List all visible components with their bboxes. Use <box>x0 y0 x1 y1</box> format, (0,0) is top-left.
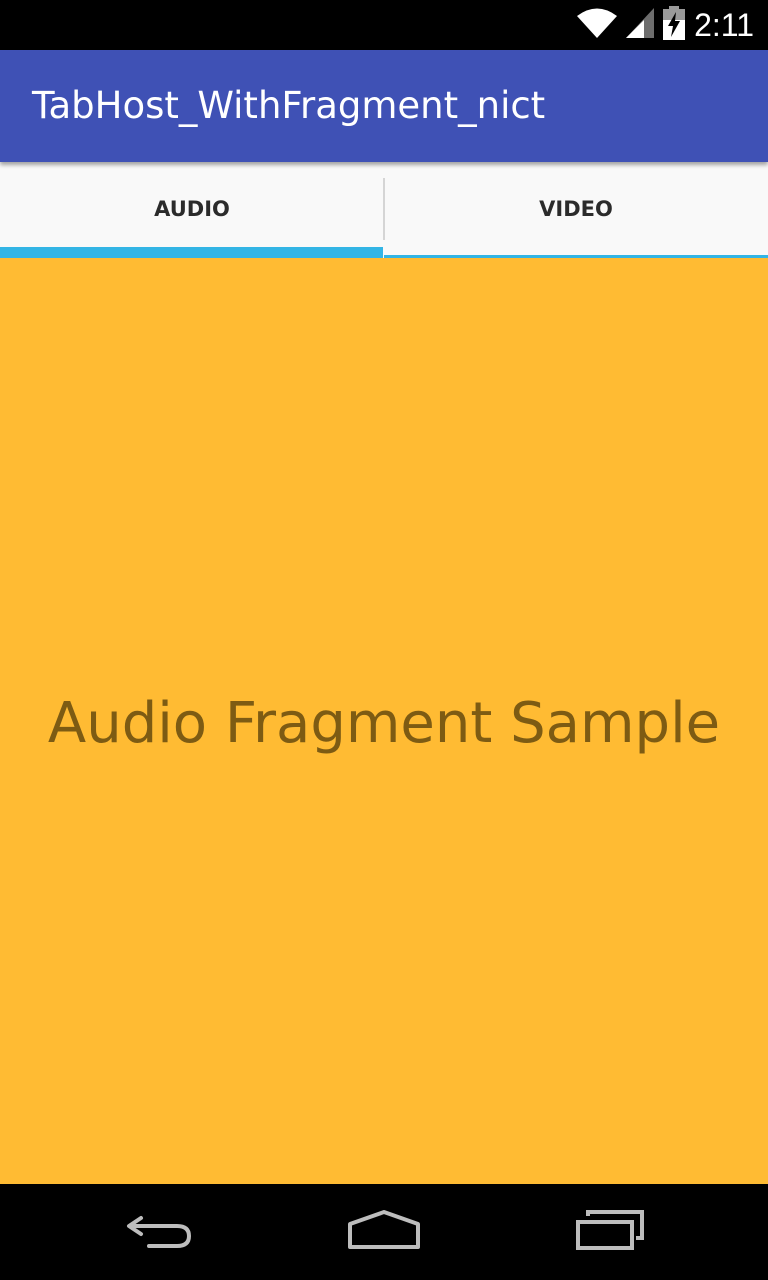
tab-audio[interactable]: AUDIO <box>0 162 384 258</box>
status-time: 2:11 <box>694 7 754 43</box>
fragment-text: Audio Fragment Sample <box>47 690 721 756</box>
home-button[interactable] <box>304 1184 464 1280</box>
recent-apps-icon <box>574 1210 646 1254</box>
wifi-icon <box>576 7 618 43</box>
status-icons: 2:11 <box>576 0 754 50</box>
back-button[interactable] <box>80 1184 240 1280</box>
battery-charging-icon <box>662 6 686 44</box>
signal-icon <box>626 8 655 42</box>
back-icon <box>125 1210 195 1254</box>
tab-video[interactable]: VIDEO <box>384 162 768 258</box>
screen: 2:11 TabHost_WithFragment_nict AUDIO VID… <box>0 0 768 1280</box>
tab-divider <box>383 178 385 240</box>
home-icon <box>346 1210 422 1254</box>
app-title: TabHost_WithFragment_nict <box>32 84 546 127</box>
tab-video-label: VIDEO <box>539 197 613 221</box>
app-bar: TabHost_WithFragment_nict <box>0 50 768 162</box>
fragment-content: Audio Fragment Sample <box>0 258 768 1184</box>
recent-apps-button[interactable] <box>530 1184 690 1280</box>
tab-audio-indicator <box>0 247 383 258</box>
tab-audio-label: AUDIO <box>154 197 230 221</box>
status-bar: 2:11 <box>0 0 768 50</box>
nav-bar <box>0 1184 768 1280</box>
